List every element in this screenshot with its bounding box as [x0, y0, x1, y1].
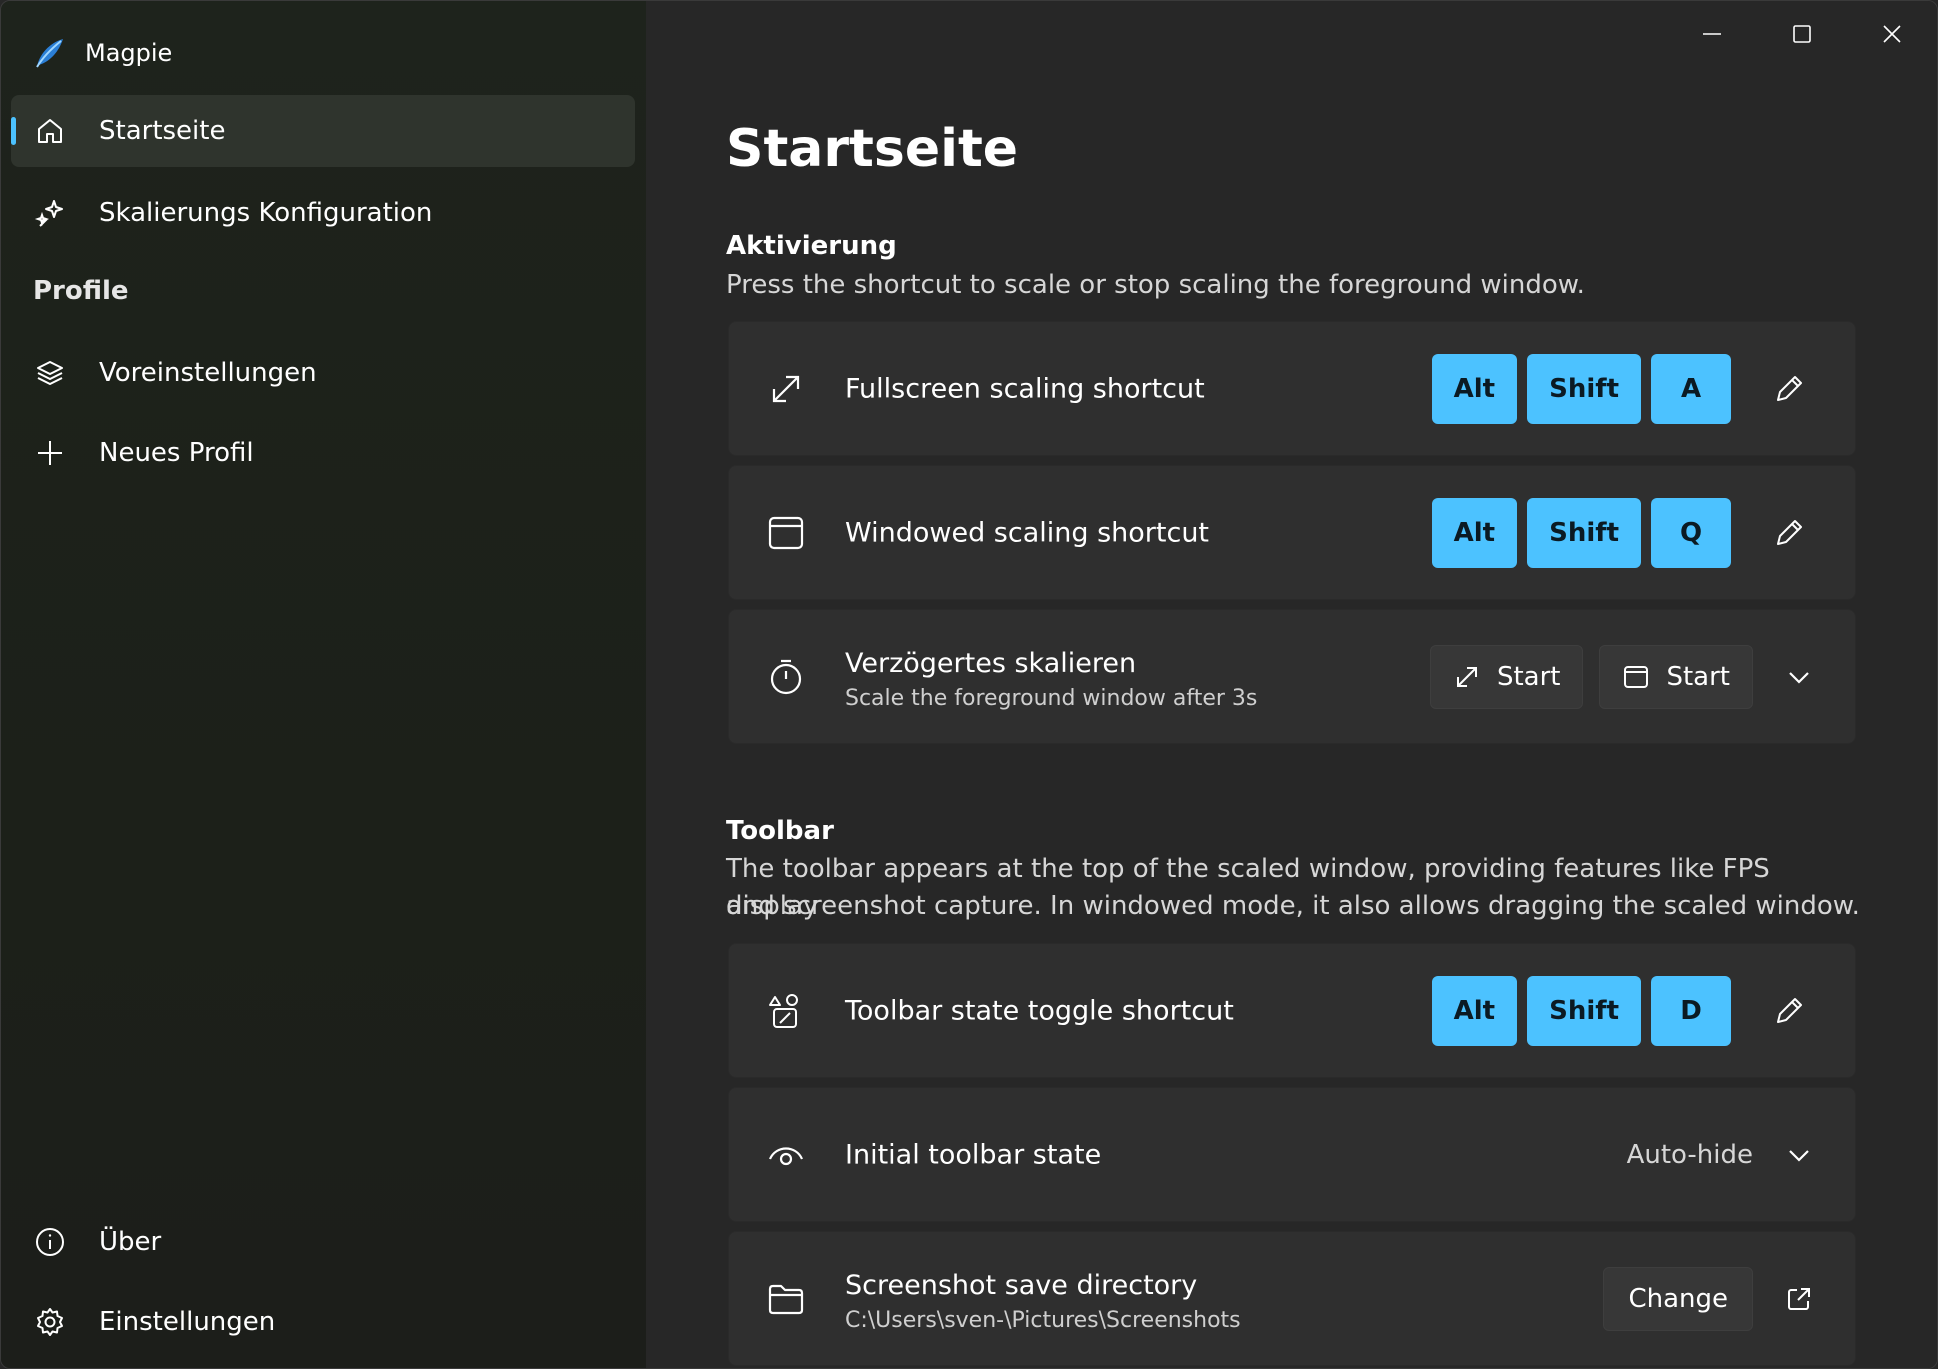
- toolbar-section-title: Toolbar: [726, 816, 834, 846]
- app-title: Magpie: [85, 39, 173, 67]
- key-alt: Alt: [1431, 975, 1518, 1046]
- sidebar-item-label: Startseite: [99, 116, 226, 146]
- screenshot-directory-label: Screenshot save directory: [845, 1270, 1198, 1301]
- delayed-scaling-card: Verzögertes skalieren Scale the foregrou…: [728, 609, 1856, 744]
- start-label: Start: [1496, 661, 1561, 692]
- activation-section-description: Press the shortcut to scale or stop scal…: [726, 270, 1585, 300]
- eye-icon: [765, 1134, 807, 1176]
- layers-icon: [33, 356, 67, 390]
- key-shift: Shift: [1527, 497, 1641, 568]
- fullscreen-shortcut-card: Fullscreen scaling shortcut Alt Shift A: [728, 321, 1856, 456]
- app-window: Magpie Startseite Skalierungs Konfigurat…: [0, 0, 1938, 1369]
- expand-arrows-icon: [765, 368, 807, 410]
- key-alt: Alt: [1431, 353, 1518, 424]
- screenshot-directory-path: C:\Users\sven-\Pictures\Screenshots: [845, 1308, 1241, 1333]
- gear-icon: [33, 1305, 67, 1339]
- sidebar-item-voreinstellungen[interactable]: Voreinstellungen: [11, 337, 635, 409]
- plus-icon: [33, 436, 67, 470]
- sidebar-item-label: Neues Profil: [99, 438, 254, 468]
- change-directory-button[interactable]: Change: [1603, 1266, 1753, 1331]
- toolbar-section-description-line2: and screenshot capture. In windowed mode…: [726, 891, 1860, 921]
- maximize-button[interactable]: [1757, 1, 1847, 67]
- chevron-down-icon: [1789, 1149, 1809, 1162]
- fullscreen-shortcut-keys: Alt Shift A: [1431, 353, 1819, 424]
- close-icon: [1883, 25, 1901, 43]
- pencil-icon: [1777, 519, 1802, 545]
- key-shift: Shift: [1527, 353, 1641, 424]
- sidebar-item-neues-profil[interactable]: Neues Profil: [11, 417, 635, 489]
- sparkle-icon: [33, 196, 67, 230]
- start-label: Start: [1666, 661, 1730, 692]
- key-shift: Shift: [1527, 975, 1641, 1046]
- app-title-bar: Magpie: [31, 31, 172, 75]
- toolbar-toggle-shortcut-card: Toolbar state toggle shortcut Alt Shift …: [728, 943, 1856, 1078]
- windowed-shortcut-keys: Alt Shift Q: [1431, 497, 1819, 568]
- window-icon: [765, 512, 807, 554]
- activation-section-title: Aktivierung: [726, 231, 897, 261]
- screenshot-directory-actions: Change: [1603, 1266, 1819, 1331]
- main-content: Startseite Aktivierung Press the shortcu…: [646, 1, 1937, 1368]
- page-title: Startseite: [726, 119, 1019, 179]
- open-directory-button[interactable]: [1779, 1279, 1819, 1319]
- fullscreen-shortcut-label: Fullscreen scaling shortcut: [845, 373, 1205, 404]
- sidebar-item-label: Einstellungen: [99, 1307, 276, 1337]
- toolbar-shapes-icon: [765, 990, 807, 1032]
- edit-fullscreen-shortcut-button[interactable]: [1759, 359, 1819, 419]
- maximize-icon: [1793, 25, 1811, 43]
- initial-toolbar-state-dropdown[interactable]: Auto-hide: [1627, 1135, 1819, 1175]
- sidebar-item-einstellungen[interactable]: Einstellungen: [11, 1286, 635, 1358]
- window-icon: [1624, 665, 1649, 688]
- expand-arrows-icon: [1456, 666, 1477, 687]
- folder-icon: [765, 1278, 807, 1320]
- sidebar-item-label: Voreinstellungen: [99, 358, 317, 388]
- delayed-windowed-start-button[interactable]: Start: [1599, 644, 1753, 709]
- magpie-logo-icon: [36, 39, 63, 68]
- key-a: A: [1651, 353, 1731, 424]
- home-icon: [33, 114, 67, 148]
- sidebar-item-startseite[interactable]: Startseite: [11, 95, 635, 167]
- minimize-icon: [1703, 33, 1721, 35]
- info-icon: [33, 1225, 67, 1259]
- delayed-scaling-actions: Start Start: [1429, 644, 1819, 709]
- delayed-scaling-sublabel: Scale the foreground window after 3s: [845, 686, 1258, 711]
- sidebar-item-label: Skalierungs Konfiguration: [99, 198, 433, 228]
- timer-icon: [765, 656, 807, 698]
- initial-toolbar-state-chevron[interactable]: [1779, 1135, 1819, 1175]
- toolbar-toggle-shortcut-label: Toolbar state toggle shortcut: [845, 995, 1234, 1026]
- key-q: Q: [1651, 497, 1731, 568]
- initial-toolbar-state-label: Initial toolbar state: [845, 1139, 1102, 1170]
- initial-toolbar-state-card[interactable]: Initial toolbar state Auto-hide: [728, 1087, 1856, 1222]
- edit-toolbar-shortcut-button[interactable]: [1759, 981, 1819, 1041]
- pencil-icon: [1777, 375, 1802, 401]
- pencil-icon: [1777, 997, 1802, 1023]
- sidebar-item-ueber[interactable]: Über: [11, 1206, 635, 1278]
- screenshot-directory-card: Screenshot save directory C:\Users\sven-…: [728, 1231, 1856, 1366]
- external-link-icon: [1788, 1287, 1810, 1310]
- key-alt: Alt: [1431, 497, 1518, 568]
- delayed-scaling-label: Verzögertes skalieren: [845, 648, 1137, 679]
- chevron-down-icon: [1789, 671, 1809, 684]
- windowed-shortcut-label: Windowed scaling shortcut: [845, 517, 1210, 548]
- sidebar: Magpie Startseite Skalierungs Konfigurat…: [1, 1, 646, 1368]
- toolbar-toggle-shortcut-keys: Alt Shift D: [1431, 975, 1819, 1046]
- sidebar-item-skalierungs-konfiguration[interactable]: Skalierungs Konfiguration: [11, 177, 635, 249]
- delayed-fullscreen-start-button[interactable]: Start: [1429, 644, 1584, 709]
- initial-toolbar-state-value: Auto-hide: [1626, 1139, 1753, 1170]
- windowed-shortcut-card: Windowed scaling shortcut Alt Shift Q: [728, 465, 1856, 600]
- key-d: D: [1651, 975, 1731, 1046]
- sidebar-item-label: Über: [99, 1227, 162, 1257]
- delayed-scaling-expand-button[interactable]: [1779, 657, 1819, 697]
- minimize-button[interactable]: [1667, 1, 1757, 67]
- edit-windowed-shortcut-button[interactable]: [1759, 503, 1819, 563]
- profiles-header: Profile: [33, 276, 129, 306]
- close-button[interactable]: [1847, 1, 1937, 67]
